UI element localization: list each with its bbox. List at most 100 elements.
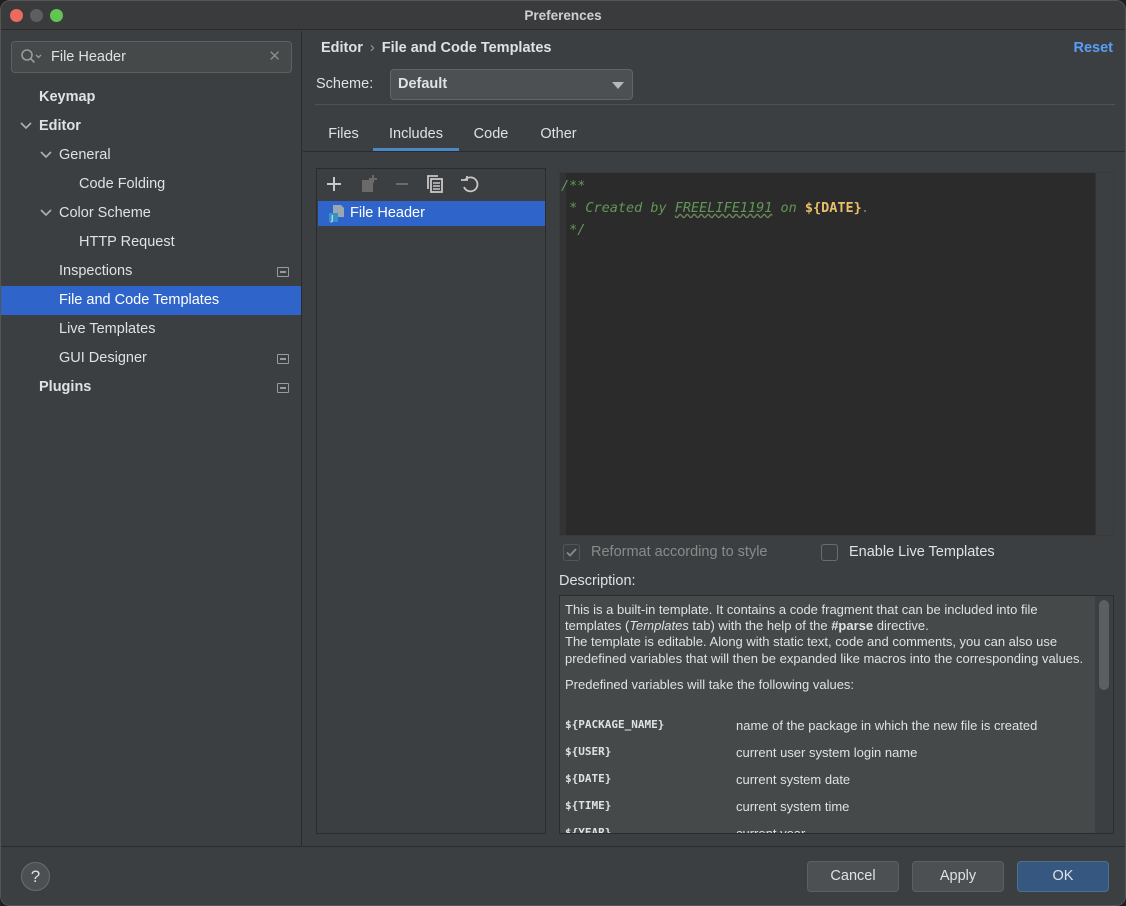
window-title: Preferences [524,8,602,23]
add-child-icon[interactable] [358,173,380,195]
template-code-editor[interactable]: /** * Created by FREELIFE1191 on ${DATE}… [559,172,1114,536]
tree-item-label: Inspections [59,263,133,279]
list-item-label: File Header [350,205,425,221]
tree-item-gui-designer[interactable]: GUI Designer [1,344,301,373]
ok-button[interactable]: OK [1017,861,1109,892]
search-icon [20,48,42,66]
tree-item-label: Keymap [39,89,96,105]
tree-item-file-and-code-templates[interactable]: File and Code Templates [1,286,301,315]
variable-name: ${PACKAGE_NAME} [565,718,665,731]
tab-other[interactable]: Other [535,119,582,151]
desc-para1-em: Templates [629,618,689,634]
preferences-window: Preferences File Header ✕ Keymap Editor … [0,0,1126,906]
divider [315,104,1115,105]
variable-row: ${YEAR} current year [565,826,1093,834]
chevron-down-icon[interactable] [39,141,53,170]
scheme-dropdown[interactable]: Default [390,69,633,100]
svg-text:J: J [330,214,333,223]
tab-includes[interactable]: Includes [373,119,459,151]
tree-item-label: Live Templates [59,321,156,337]
code-line-2-end: . [861,200,870,216]
code-line-2-user: FREELIFE1191 [674,200,773,216]
clear-search-icon[interactable]: ✕ [268,47,281,65]
editor-scrollbar[interactable] [1095,173,1113,535]
tree-item-label: HTTP Request [79,234,175,250]
code-variable-date: ${DATE} [804,200,862,216]
title-bar: Preferences [1,1,1125,30]
add-icon[interactable] [323,173,345,195]
tree-item-label: Code Folding [79,176,166,192]
reformat-checkbox[interactable]: Reformat according to style [563,543,803,563]
dialog-footer: ? Cancel Apply OK [1,846,1125,905]
variable-desc: current user system login name [736,745,918,760]
search-input-value[interactable]: File Header [51,49,126,65]
cancel-button[interactable]: Cancel [807,861,899,892]
list-item[interactable]: J File Header [318,201,545,226]
help-button[interactable]: ? [21,862,50,891]
tree-item-label: Editor [39,118,81,134]
breadcrumb-current: File and Code Templates [381,40,552,56]
variable-row: ${PACKAGE_NAME} name of the package in wh… [565,718,1093,745]
project-settings-icon [277,267,289,277]
variable-name: ${TIME} [565,799,612,812]
code-line-3: */ [561,222,586,238]
desc-para1-c: directive. [873,618,929,634]
search-input[interactable]: File Header ✕ [11,41,292,73]
tree-item-live-templates[interactable]: Live Templates [1,315,301,344]
desc-para2: The template is editable. Along with sta… [565,634,1084,666]
checkbox-box[interactable] [821,544,838,561]
code-line-1: /** [561,178,586,194]
scrollbar-thumb[interactable] [1099,600,1109,690]
description-panel: This is a built-in template. It contains… [559,595,1114,834]
tree-item-code-folding[interactable]: Code Folding [1,170,301,199]
reset-link[interactable]: Reset [1074,40,1114,56]
tree-item-label: GUI Designer [59,350,147,366]
variable-desc: current system time [736,799,850,814]
tab-files[interactable]: Files [315,119,372,151]
code-line-2-mid: on [772,200,805,216]
copy-icon[interactable] [424,173,446,195]
breadcrumb-parent[interactable]: Editor [321,40,363,56]
list-toolbar [317,169,545,199]
chevron-down-icon[interactable] [39,199,53,228]
enable-live-templates-label: Enable Live Templates [849,544,995,560]
variables-table: ${PACKAGE_NAME} name of the package in wh… [565,718,1093,834]
tree-item-inspections[interactable]: Inspections [1,257,301,286]
description-text: This is a built-in template. It contains… [565,602,1093,703]
remove-icon[interactable] [391,173,413,195]
tree-item-label: File and Code Templates [59,292,220,308]
variable-desc: name of the package in which the new fil… [736,718,1038,733]
tree-item-label: Color Scheme [59,205,151,221]
scheme-label: Scheme: [316,76,374,92]
tree-item-label: Plugins [39,379,92,395]
dropdown-arrow-icon [612,82,624,89]
description-scrollbar[interactable] [1095,596,1113,833]
variable-desc: current system date [736,772,851,787]
project-settings-icon [277,354,289,364]
tree-item-plugins[interactable]: Plugins [1,373,301,402]
breadcrumb-separator: › [369,40,375,56]
variable-row: ${USER} current user system login name [565,745,1093,772]
breadcrumb: Editor › File and Code Templates [321,40,551,56]
variable-name: ${USER} [565,745,612,758]
enable-live-templates-checkbox[interactable]: Enable Live Templates [821,543,1021,563]
apply-button[interactable]: Apply [912,861,1004,892]
tab-code[interactable]: Code [467,119,515,151]
tree-item-editor[interactable]: Editor [1,112,301,141]
chevron-down-icon[interactable] [19,112,33,141]
include-file-icon: J [328,204,346,223]
settings-sidebar: File Header ✕ Keymap Editor General Code… [1,31,302,846]
variable-name: ${DATE} [565,772,612,785]
checkbox-box[interactable] [563,544,580,561]
variable-name: ${YEAR} [565,826,612,834]
tree-item-keymap[interactable]: Keymap [1,83,301,112]
code-area[interactable]: /** * Created by FREELIFE1191 on ${DATE}… [561,175,870,241]
tab-content: J File Header /** * Created by FREELIFE1… [303,151,1125,846]
tree-item-general[interactable]: General [1,141,301,170]
tree-item-label: General [59,147,111,163]
reset-to-default-icon[interactable] [459,173,481,195]
tree-item-http-request[interactable]: HTTP Request [1,228,301,257]
code-line-2-prefix: * Created by [561,200,675,216]
variable-desc: current year [736,826,806,834]
tree-item-color-scheme[interactable]: Color Scheme [1,199,301,228]
